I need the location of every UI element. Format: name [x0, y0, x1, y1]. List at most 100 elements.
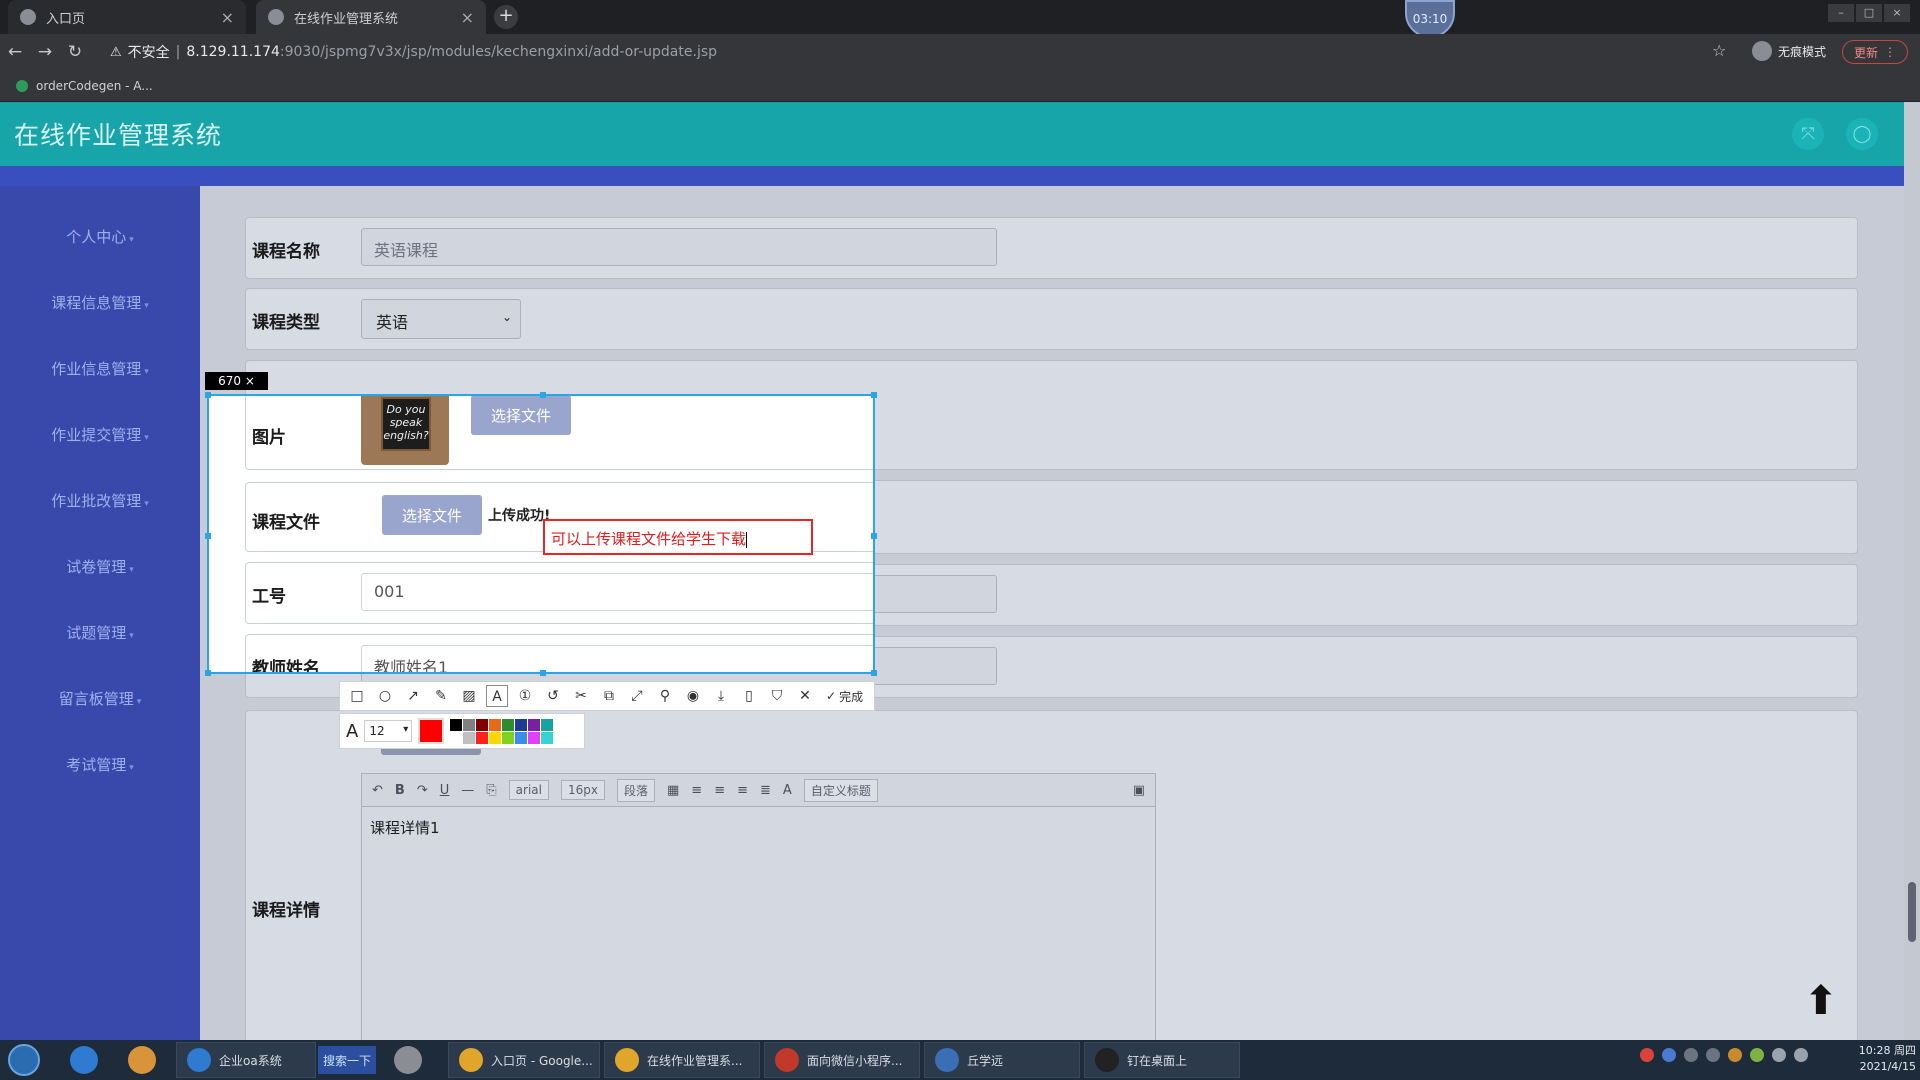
undo-icon[interactable]: ↶: [372, 783, 383, 798]
copy-tool-icon[interactable]: ▯: [738, 685, 760, 707]
arrow-tool-icon[interactable]: ↗: [402, 685, 424, 707]
ellipse-tool-icon[interactable]: ○: [374, 685, 396, 707]
tab-homework-system[interactable]: 在线作业管理系统 ×: [256, 0, 486, 34]
font-size-select[interactable]: 12: [364, 720, 413, 742]
underline-icon[interactable]: U: [440, 783, 450, 798]
page-scrollbar[interactable]: [1904, 102, 1920, 1040]
align-left-icon[interactable]: ≡: [691, 783, 702, 798]
current-color-swatch[interactable]: [418, 718, 445, 744]
sidebar-item-homework-grading[interactable]: 作业批改管理 ▾: [0, 490, 200, 511]
color-swatch[interactable]: [489, 718, 502, 731]
horizontal-rule-icon[interactable]: —: [461, 783, 474, 798]
back-icon[interactable]: ←: [0, 42, 30, 62]
taskbar-item-chrome-homework[interactable]: 在线作业管理系...: [604, 1042, 760, 1078]
record-tool-icon[interactable]: ◉: [682, 685, 704, 707]
taskbar-item-wechat-mini[interactable]: 面向微信小程序...: [764, 1042, 920, 1078]
course-type-select[interactable]: 英语 ⌄: [361, 299, 521, 339]
close-tool-icon[interactable]: ✕: [794, 685, 816, 707]
antivirus-icon[interactable]: [1750, 1048, 1764, 1062]
rect-tool-icon[interactable]: □: [346, 685, 368, 707]
flower-app-icon[interactable]: [394, 1046, 422, 1074]
long-capture-icon[interactable]: ⤢: [626, 685, 648, 707]
user-icon[interactable]: ◯: [1846, 118, 1878, 150]
color-swatch[interactable]: [489, 731, 502, 744]
align-right-icon[interactable]: ≡: [737, 783, 748, 798]
color-swatch[interactable]: [463, 718, 476, 731]
bookmark-tool-icon[interactable]: ⛉: [766, 685, 788, 707]
taskbar-clock[interactable]: 10:28 周四 2021/4/15: [1832, 1043, 1916, 1075]
taskbar-item-pin[interactable]: 钉在桌面上: [1084, 1042, 1240, 1078]
font-color-icon[interactable]: A: [783, 783, 792, 798]
fullscreen-icon[interactable]: ▣: [1133, 783, 1145, 798]
sidebar-item-message-board[interactable]: 留言板管理 ▾: [0, 688, 200, 709]
ocr-tool-icon[interactable]: ⧉: [598, 685, 620, 707]
resize-handle[interactable]: [871, 670, 877, 676]
crop-tool-icon[interactable]: ✂: [570, 685, 592, 707]
font-family-select[interactable]: arial: [508, 780, 549, 800]
color-swatch[interactable]: [515, 731, 528, 744]
taskbar-search-button[interactable]: 搜索一下: [318, 1046, 376, 1074]
sidebar-item-exam-paper[interactable]: 试卷管理 ▾: [0, 556, 200, 577]
sogou-icon[interactable]: [1640, 1048, 1654, 1062]
copy-icon[interactable]: ⎘: [486, 783, 496, 798]
minimize-icon[interactable]: –: [1828, 4, 1854, 22]
custom-title-select[interactable]: 自定义标题: [803, 778, 878, 802]
done-button[interactable]: ✓ 完成: [826, 688, 863, 705]
taskbar-item-oa[interactable]: 企业oa系统: [176, 1042, 316, 1078]
address-bar[interactable]: ⚠ 不安全 | 8.129.11.174:9030/jspmg7v3x/jsp/…: [110, 38, 1750, 66]
color-swatch[interactable]: [476, 731, 489, 744]
pin-tool-icon[interactable]: ⚲: [654, 685, 676, 707]
taskbar-item-chrome-entry[interactable]: 入口页 - Google...: [448, 1042, 600, 1078]
paragraph-select[interactable]: 段落: [616, 778, 655, 802]
color-swatch[interactable]: [502, 731, 515, 744]
undo-tool-icon[interactable]: ↺: [542, 685, 564, 707]
forward-icon[interactable]: →: [30, 42, 60, 62]
ie-browser-icon[interactable]: [70, 1046, 98, 1074]
color-swatch[interactable]: [502, 718, 515, 731]
number-tool-icon[interactable]: ①: [514, 685, 536, 707]
color-swatch[interactable]: [463, 731, 476, 744]
app-launcher-icon[interactable]: [128, 1046, 156, 1074]
mosaic-tool-icon[interactable]: ▨: [458, 685, 480, 707]
sidebar-item-questions[interactable]: 试题管理 ▾: [0, 622, 200, 643]
sidebar-item-personal-center[interactable]: 个人中心 ▾: [0, 226, 200, 247]
resize-handle[interactable]: [205, 670, 211, 676]
resize-handle[interactable]: [205, 392, 211, 398]
color-swatch[interactable]: [450, 731, 463, 744]
color-swatch[interactable]: [541, 718, 554, 731]
resize-handle[interactable]: [871, 392, 877, 398]
justify-icon[interactable]: ≣: [760, 783, 771, 798]
rich-editor-body[interactable]: 课程详情1: [361, 807, 1156, 1040]
bookmark-star-icon[interactable]: ☆: [1712, 41, 1726, 60]
resize-handle[interactable]: [205, 533, 211, 539]
keyboard-icon[interactable]: [1684, 1048, 1698, 1062]
bookmark-item[interactable]: orderCodegen - A...: [36, 79, 153, 93]
network-icon[interactable]: [1772, 1048, 1786, 1062]
scrollbar-thumb[interactable]: [1908, 882, 1916, 942]
color-swatch[interactable]: [528, 731, 541, 744]
table-icon[interactable]: ▦: [667, 783, 679, 798]
resize-handle[interactable]: [540, 670, 546, 676]
expand-icon[interactable]: ⤧: [1792, 118, 1824, 150]
resize-handle[interactable]: [871, 533, 877, 539]
color-swatch[interactable]: [476, 718, 489, 731]
hand-icon[interactable]: [1728, 1048, 1742, 1062]
color-swatch[interactable]: [541, 731, 554, 744]
tray-arrow-icon[interactable]: [1706, 1048, 1720, 1062]
text-tool-icon[interactable]: A: [486, 685, 508, 707]
sidebar-item-course-info[interactable]: 课程信息管理 ▾: [0, 292, 200, 313]
tab-close-icon[interactable]: ×: [221, 8, 234, 27]
pen-tool-icon[interactable]: ✎: [430, 685, 452, 707]
volume-icon[interactable]: [1794, 1048, 1808, 1062]
sidebar-item-homework-submit[interactable]: 作业提交管理 ▾: [0, 424, 200, 445]
start-button-icon[interactable]: [8, 1044, 40, 1076]
color-swatch[interactable]: [528, 718, 541, 731]
course-name-input[interactable]: 英语课程: [361, 228, 997, 266]
font-size-select[interactable]: 16px: [560, 780, 605, 800]
incognito-indicator[interactable]: 无痕模式: [1752, 41, 1826, 61]
help-icon[interactable]: [1662, 1048, 1676, 1062]
taskbar-item-contact[interactable]: 丘学远: [924, 1042, 1080, 1078]
sidebar-item-homework-info[interactable]: 作业信息管理 ▾: [0, 358, 200, 379]
resize-handle[interactable]: [540, 392, 546, 398]
tab-entry-page[interactable]: 入口页 ×: [8, 0, 246, 34]
